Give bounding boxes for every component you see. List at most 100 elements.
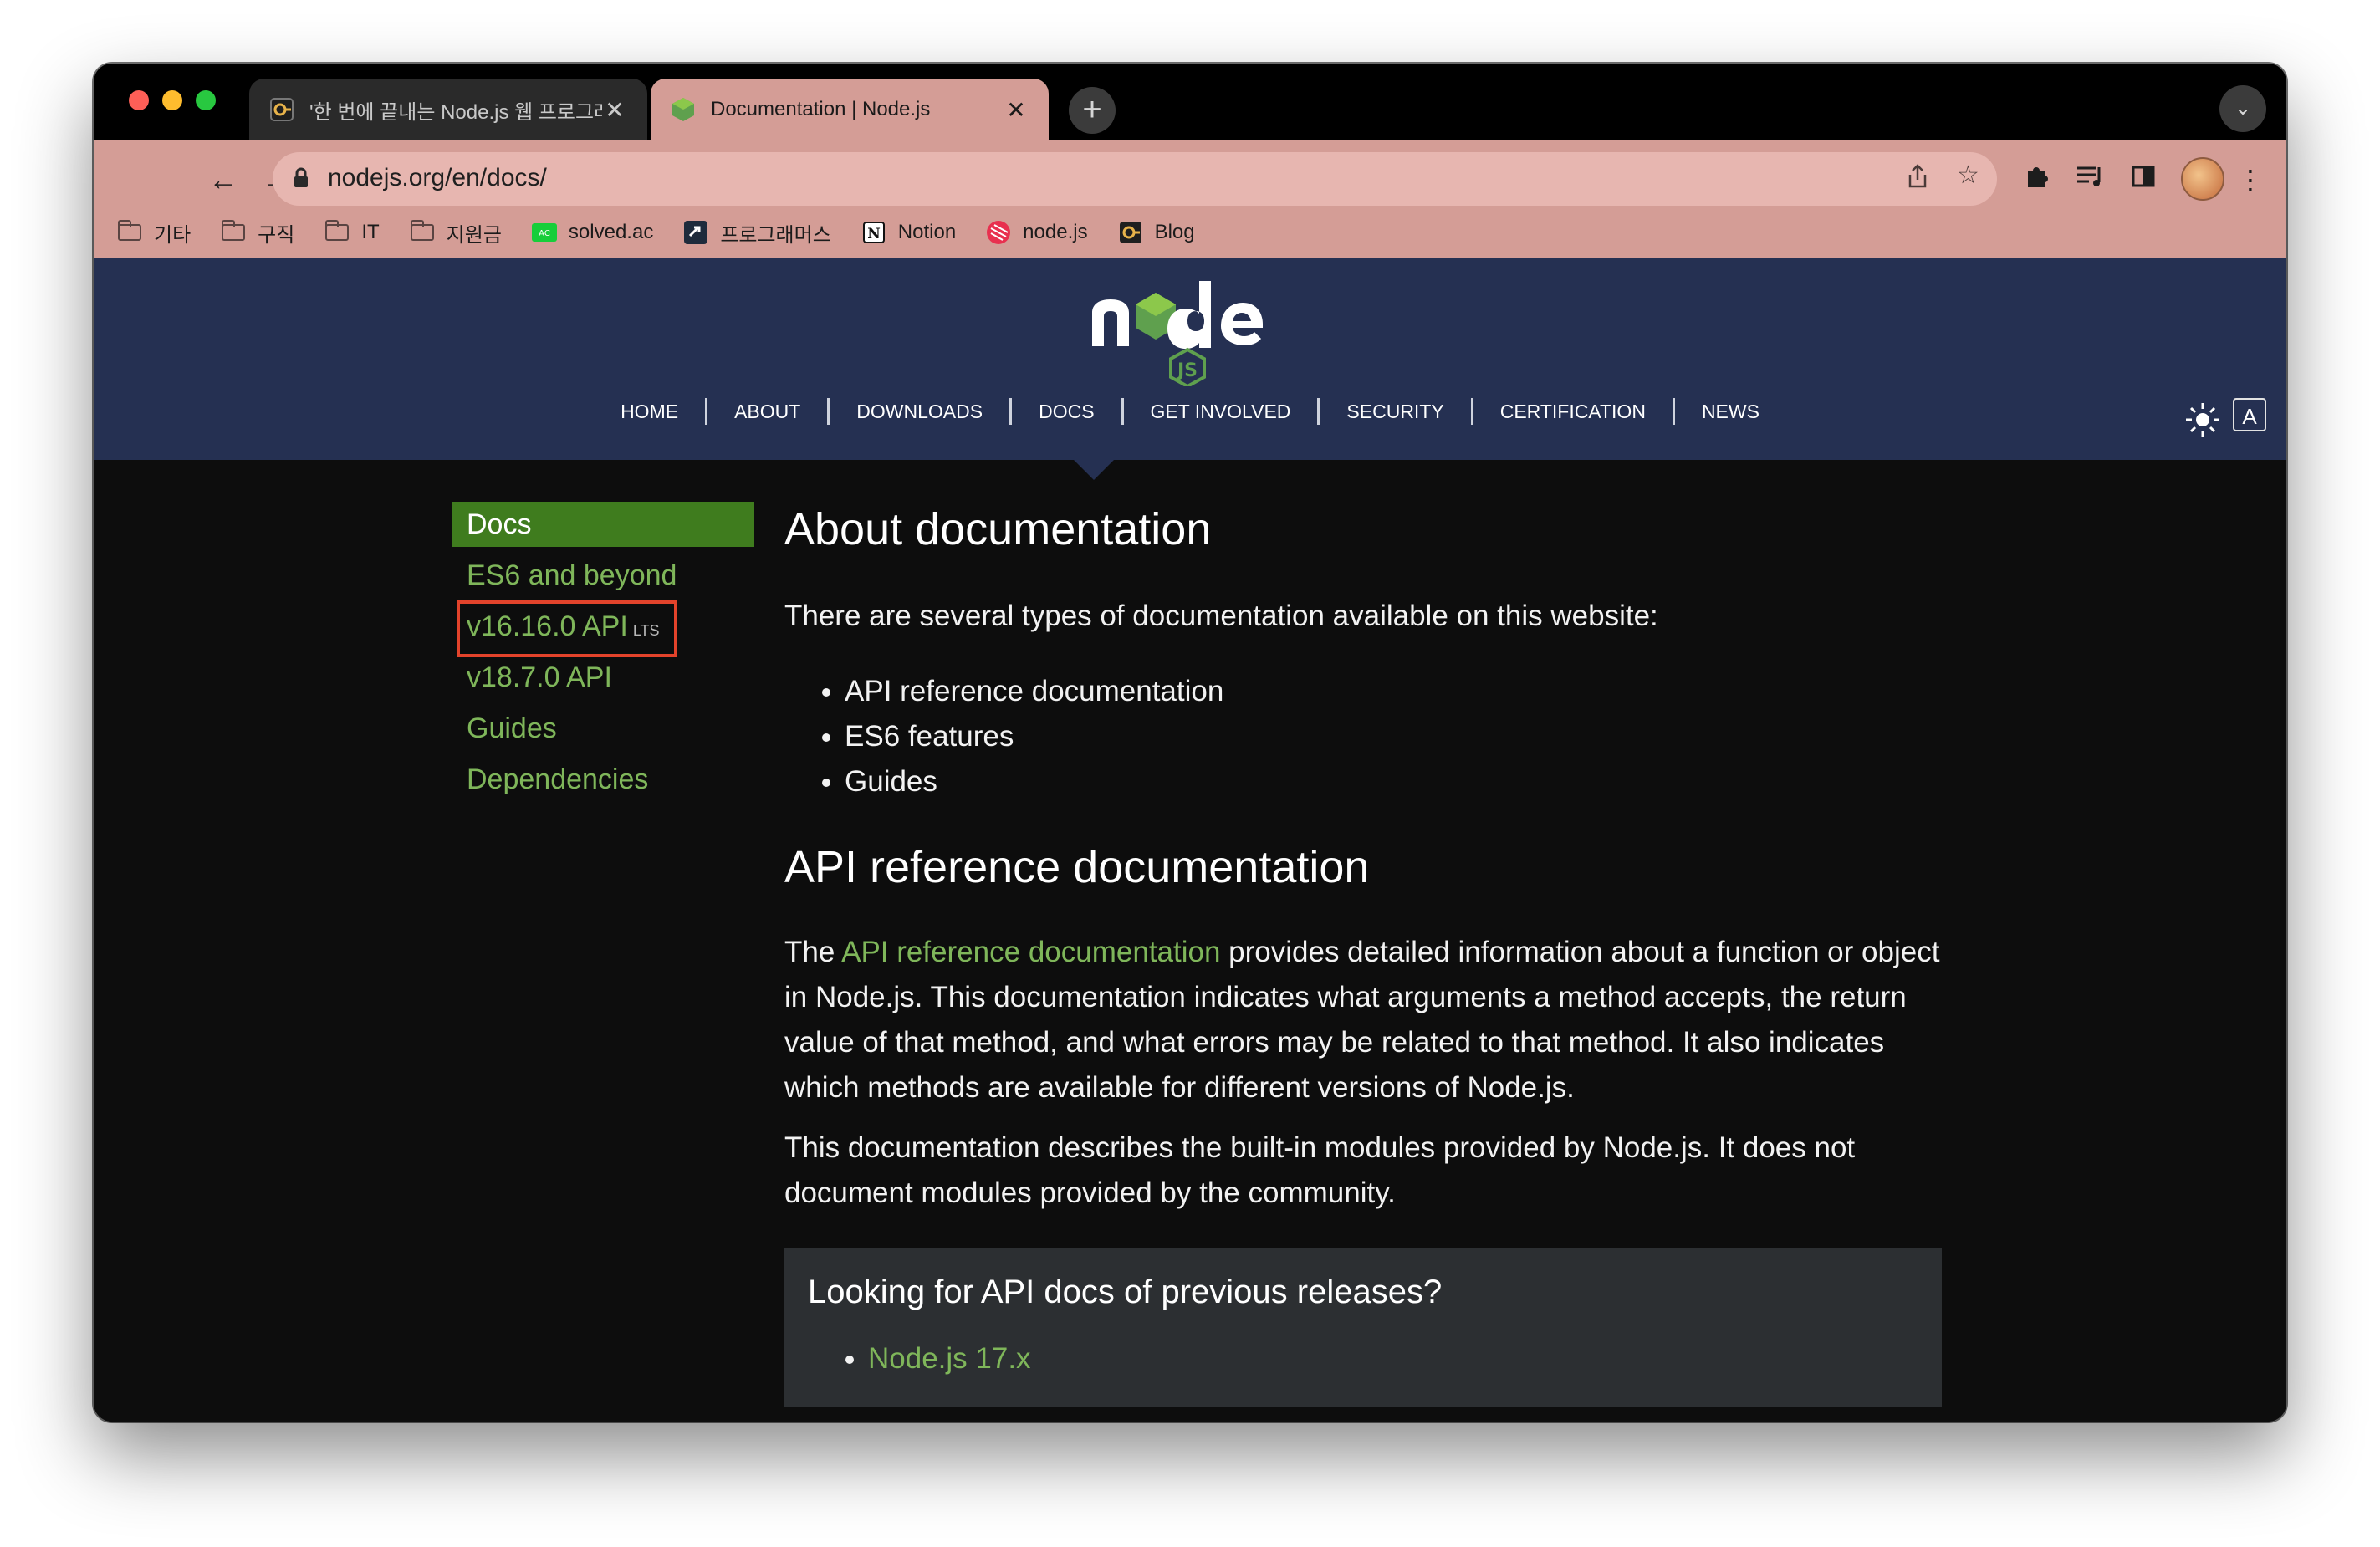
share-icon[interactable]: [1907, 164, 1928, 196]
new-tab-button[interactable]: +: [1069, 87, 1116, 134]
bookmark-item[interactable]: 프로그래머스: [683, 218, 831, 248]
back-arrow-icon[interactable]: ←: [202, 159, 244, 201]
bookmark-item[interactable]: 구직: [221, 218, 294, 248]
bookmark-label: solved.ac: [568, 221, 654, 243]
callout-title: Looking for API docs of previous release…: [808, 1274, 1443, 1310]
close-window-button[interactable]: [129, 90, 149, 110]
minimize-window-button[interactable]: [162, 90, 182, 110]
bookmark-item[interactable]: IT: [324, 220, 380, 244]
highlight-annotation-box: [457, 600, 677, 657]
docs-sidebar: Docs ES6 and beyond v16.16.0 API LTS v18.…: [452, 502, 754, 808]
releases-list: Node.js 17.x: [808, 1336, 1918, 1381]
nav-news[interactable]: NEWS: [1675, 398, 1786, 425]
nav-downloads[interactable]: DOWNLOADS: [830, 398, 1013, 425]
bookmark-label: 기타: [154, 223, 192, 247]
modules-paragraph: This documentation describes the built-i…: [784, 1131, 1856, 1209]
bookmark-label: Notion: [897, 221, 957, 243]
nodejs-icon: [671, 97, 696, 122]
nav-about[interactable]: ABOUT: [707, 398, 830, 425]
active-nav-caret: [1074, 460, 1114, 480]
tab-title: Documentation | Node.js: [711, 98, 931, 120]
svg-text:N: N: [867, 226, 881, 243]
address-bar[interactable]: nodejs.org/en/docs/ ☆: [273, 152, 1997, 206]
site-header: JS HOME ABOUT DOWNLOADS DOCS GET INVOLVE…: [94, 258, 2286, 460]
lock-icon: [293, 167, 309, 193]
sun-icon[interactable]: [2184, 401, 2221, 442]
tab-strip: '한 번에 끝내는 Node.js 웹 프로그래 ✕ Documentation…: [94, 64, 2286, 140]
doc-types-list: API reference documentation ES6 features…: [784, 669, 1942, 804]
bookmark-item[interactable]: 지원금: [410, 218, 502, 248]
sidebar-item-es6[interactable]: ES6 and beyond: [452, 553, 754, 598]
extensions-icon[interactable]: [2017, 161, 2056, 199]
close-tab-icon[interactable]: ✕: [1004, 96, 1029, 124]
tab-title: '한 번에 끝내는 Node.js 웹 프로그래: [309, 100, 602, 124]
tab-search-icon[interactable]: ⌄: [2219, 85, 2266, 132]
nav-home[interactable]: HOME: [594, 398, 708, 425]
inflearn-icon: [269, 97, 294, 122]
svg-text:JS: JS: [1176, 360, 1198, 381]
media-queue-icon[interactable]: [2071, 161, 2109, 199]
bookmark-item[interactable]: node.js: [986, 221, 1088, 244]
bookmark-item[interactable]: AC solved.ac: [531, 221, 654, 244]
list-item: Node.js 17.x: [868, 1336, 1918, 1381]
sidebar-item-v18-api[interactable]: v18.7.0 API: [452, 655, 754, 700]
main-nav: HOME ABOUT DOWNLOADS DOCS GET INVOLVED S…: [94, 398, 2286, 425]
section-heading: API reference documentation: [784, 842, 1370, 892]
bookmarks-bar: 기타 구직 IT 지원금 AC solved.ac 프로그래머스 N Notion …: [94, 207, 2286, 258]
bookmark-label: 구직: [258, 223, 295, 247]
folder-icon: [324, 220, 350, 243]
translate-icon[interactable]: A: [2233, 398, 2266, 431]
sidebar-item-dependencies[interactable]: Dependencies: [452, 757, 754, 802]
programmers-icon: [683, 221, 708, 244]
nav-security[interactable]: SECURITY: [1320, 398, 1473, 425]
web-page: JS HOME ABOUT DOWNLOADS DOCS GET INVOLVE…: [94, 258, 2286, 1422]
bookmark-label: 프로그래머스: [720, 223, 831, 247]
list-item: API reference documentation: [845, 669, 1942, 714]
nav-docs[interactable]: DOCS: [1012, 398, 1124, 425]
nav-certification[interactable]: CERTIFICATION: [1473, 398, 1675, 425]
close-tab-icon[interactable]: ✕: [602, 96, 627, 124]
nodejs-bookmark-icon: [986, 221, 1011, 244]
sidebar-item-label: ES6 and beyond: [467, 559, 677, 591]
bookmark-label: IT: [361, 221, 380, 243]
bookmark-star-icon[interactable]: ☆: [1957, 161, 1979, 190]
nodejs-logo[interactable]: JS: [1089, 269, 1281, 391]
tab-inflearn[interactable]: '한 번에 끝내는 Node.js 웹 프로그래 ✕: [249, 79, 647, 140]
solvedac-icon: AC: [531, 222, 557, 243]
previous-releases-callout: Looking for API docs of previous release…: [784, 1248, 1942, 1407]
list-item: ES6 features: [845, 714, 1942, 759]
bookmark-item[interactable]: Blog: [1118, 221, 1195, 244]
sidebar-item-label: Docs: [467, 508, 532, 540]
inflearn-icon: [1118, 222, 1143, 243]
nav-get-involved[interactable]: GET INVOLVED: [1124, 398, 1320, 425]
tab-nodejs-docs[interactable]: Documentation | Node.js ✕: [651, 79, 1049, 140]
profile-avatar[interactable]: [2181, 157, 2224, 201]
bookmark-label: 지원금: [446, 223, 502, 247]
folder-icon: [410, 220, 435, 243]
main-content: About documentation There are several ty…: [784, 500, 1942, 1407]
sidebar-item-guides[interactable]: Guides: [452, 706, 754, 751]
text-span: The: [784, 936, 842, 968]
bookmark-item[interactable]: 기타: [117, 218, 191, 248]
sidebar-item-label: v18.7.0 API: [467, 661, 612, 693]
sidebar-item-label: Guides: [467, 712, 557, 744]
sidebar-item-label: Dependencies: [467, 763, 649, 795]
url-text: nodejs.org/en/docs/: [328, 164, 547, 191]
browser-toolbar: ← → ↻ nodejs.org/en/docs/ ☆ ⋮ 기타 구직 IT: [94, 140, 2286, 258]
folder-icon: [221, 220, 246, 243]
more-menu-icon[interactable]: ⋮: [2231, 161, 2270, 199]
svg-text:AC: AC: [539, 229, 550, 238]
intro-paragraph: There are several types of documentation…: [784, 600, 1658, 632]
bookmark-label: node.js: [1023, 221, 1088, 243]
bookmark-item[interactable]: N Notion: [861, 221, 956, 244]
maximize-window-button[interactable]: [196, 90, 216, 110]
folder-icon: [117, 220, 142, 243]
api-paragraph: The API reference documentation provides…: [784, 930, 1942, 1110]
sidebar-item-docs[interactable]: Docs: [452, 502, 754, 547]
bookmark-label: Blog: [1154, 221, 1195, 243]
side-panel-icon[interactable]: [2124, 161, 2163, 199]
browser-window: '한 번에 끝내는 Node.js 웹 프로그래 ✕ Documentation…: [94, 64, 2286, 1422]
api-reference-link[interactable]: API reference documentation: [841, 936, 1220, 968]
release-link[interactable]: Node.js 17.x: [868, 1342, 1031, 1375]
notion-icon: N: [861, 222, 886, 243]
